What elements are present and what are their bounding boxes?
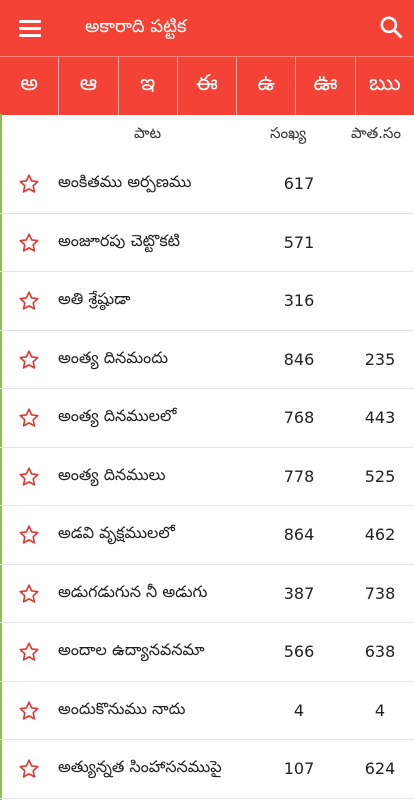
- star-outline-icon[interactable]: [18, 407, 40, 429]
- star-outline-icon[interactable]: [18, 758, 40, 780]
- song-row[interactable]: అంత్య దినములలో 768 443: [0, 389, 414, 448]
- song-title: అందాల ఉద్యానవనమా: [58, 640, 205, 659]
- column-header-row: పాట సంఖ్య పాత.సం: [0, 114, 414, 154]
- column-header-song: పాట: [134, 124, 162, 142]
- letter-tab-aa[interactable]: ఆ: [59, 57, 119, 115]
- song-number: 387: [283, 583, 315, 603]
- star-outline-icon[interactable]: [18, 232, 40, 254]
- star-outline-icon[interactable]: [18, 700, 40, 722]
- song-number: 768: [283, 408, 315, 427]
- song-row[interactable]: అంత్య దినమందు 846 235: [0, 331, 414, 389]
- letter-filter-bar: అ ఆ ఇ ఈ ఉ ఊ ఋ: [0, 56, 414, 115]
- song-old-number: 462: [364, 525, 396, 544]
- song-old-number: 235: [364, 349, 396, 369]
- song-old-number: 443: [364, 408, 396, 427]
- song-title: అడవి వృక్షములలో: [58, 523, 175, 542]
- menu-line: [19, 26, 41, 30]
- song-title: అంకితము అర్పణము: [58, 172, 192, 191]
- search-icon[interactable]: [378, 14, 404, 40]
- song-row[interactable]: అందాల ఉద్యానవనమా 566 638: [0, 623, 414, 682]
- song-number: 107: [283, 759, 315, 778]
- song-number: 4: [293, 700, 305, 720]
- column-header-old-number: పాత.సం: [351, 124, 402, 142]
- song-number: 864: [283, 525, 315, 544]
- song-old-number: 638: [364, 642, 396, 661]
- star-outline-icon[interactable]: [18, 641, 40, 663]
- song-title: అంత్య దినములు: [58, 464, 166, 484]
- song-number: 846: [283, 349, 315, 369]
- letter-tab-u[interactable]: ఉ: [237, 57, 297, 115]
- song-number: 566: [283, 642, 315, 661]
- song-row[interactable]: అత్యున్నత సింహాసనముపై 107 624: [0, 740, 414, 799]
- app-bar: అకారాది పట్టిక: [0, 0, 414, 56]
- song-row[interactable]: అంజూరపు చెట్టొకటి 571: [0, 214, 414, 272]
- menu-line: [19, 19, 41, 23]
- song-number: 778: [283, 466, 315, 486]
- song-title: అంత్య దినమందు: [58, 347, 169, 367]
- menu-line: [19, 33, 41, 37]
- star-outline-icon[interactable]: [18, 349, 40, 371]
- column-header-number: సంఖ్య: [270, 124, 307, 142]
- song-row[interactable]: అతి శ్రేష్ఠుడా 316: [0, 272, 414, 331]
- star-outline-icon[interactable]: [18, 583, 40, 605]
- song-old-number: 4: [374, 700, 386, 720]
- song-old-number: 738: [364, 583, 396, 603]
- star-outline-icon[interactable]: [18, 466, 40, 488]
- star-outline-icon[interactable]: [18, 524, 40, 546]
- song-row[interactable]: అందుకొనుము నాదు 4 4: [0, 682, 414, 740]
- song-title: అందుకొనుము నాదు: [58, 698, 186, 718]
- song-number: 617: [283, 174, 315, 193]
- song-row[interactable]: అంత్య దినములు 778 525: [0, 448, 414, 506]
- song-number: 571: [283, 232, 315, 252]
- song-old-number: 525: [364, 466, 396, 486]
- letter-tab-ii[interactable]: ఈ: [178, 57, 238, 115]
- song-title: అతి శ్రేష్ఠుడా: [58, 289, 131, 308]
- star-outline-icon[interactable]: [18, 290, 40, 312]
- hamburger-menu-icon[interactable]: [10, 10, 50, 46]
- letter-tab-uu[interactable]: ఊ: [296, 57, 356, 115]
- song-row[interactable]: అడవి వృక్షములలో 864 462: [0, 506, 414, 565]
- song-number: 316: [283, 291, 315, 310]
- song-row[interactable]: అంకితము అర్పణము 617: [0, 155, 414, 214]
- song-title: అడుగడుగున నీ అడుగు: [58, 581, 208, 601]
- star-outline-icon[interactable]: [18, 173, 40, 195]
- song-title: అత్యున్నత సింహాసనముపై: [58, 757, 222, 776]
- song-list: అంకితము అర్పణము 617 అంజూరపు చెట్టొకటి 57…: [0, 155, 414, 799]
- page-title: అకారాది పట్టిక: [85, 16, 187, 37]
- letter-tab-i[interactable]: ఇ: [119, 57, 178, 115]
- letter-tab-a[interactable]: అ: [0, 57, 60, 115]
- song-row[interactable]: అడుగడుగున నీ అడుగు 387 738: [0, 565, 414, 623]
- letter-tab-ru[interactable]: ఋ: [356, 57, 414, 115]
- song-title: అంజూరపు చెట్టొకటి: [58, 230, 181, 250]
- song-title: అంత్య దినములలో: [58, 406, 177, 425]
- song-old-number: 624: [364, 759, 396, 778]
